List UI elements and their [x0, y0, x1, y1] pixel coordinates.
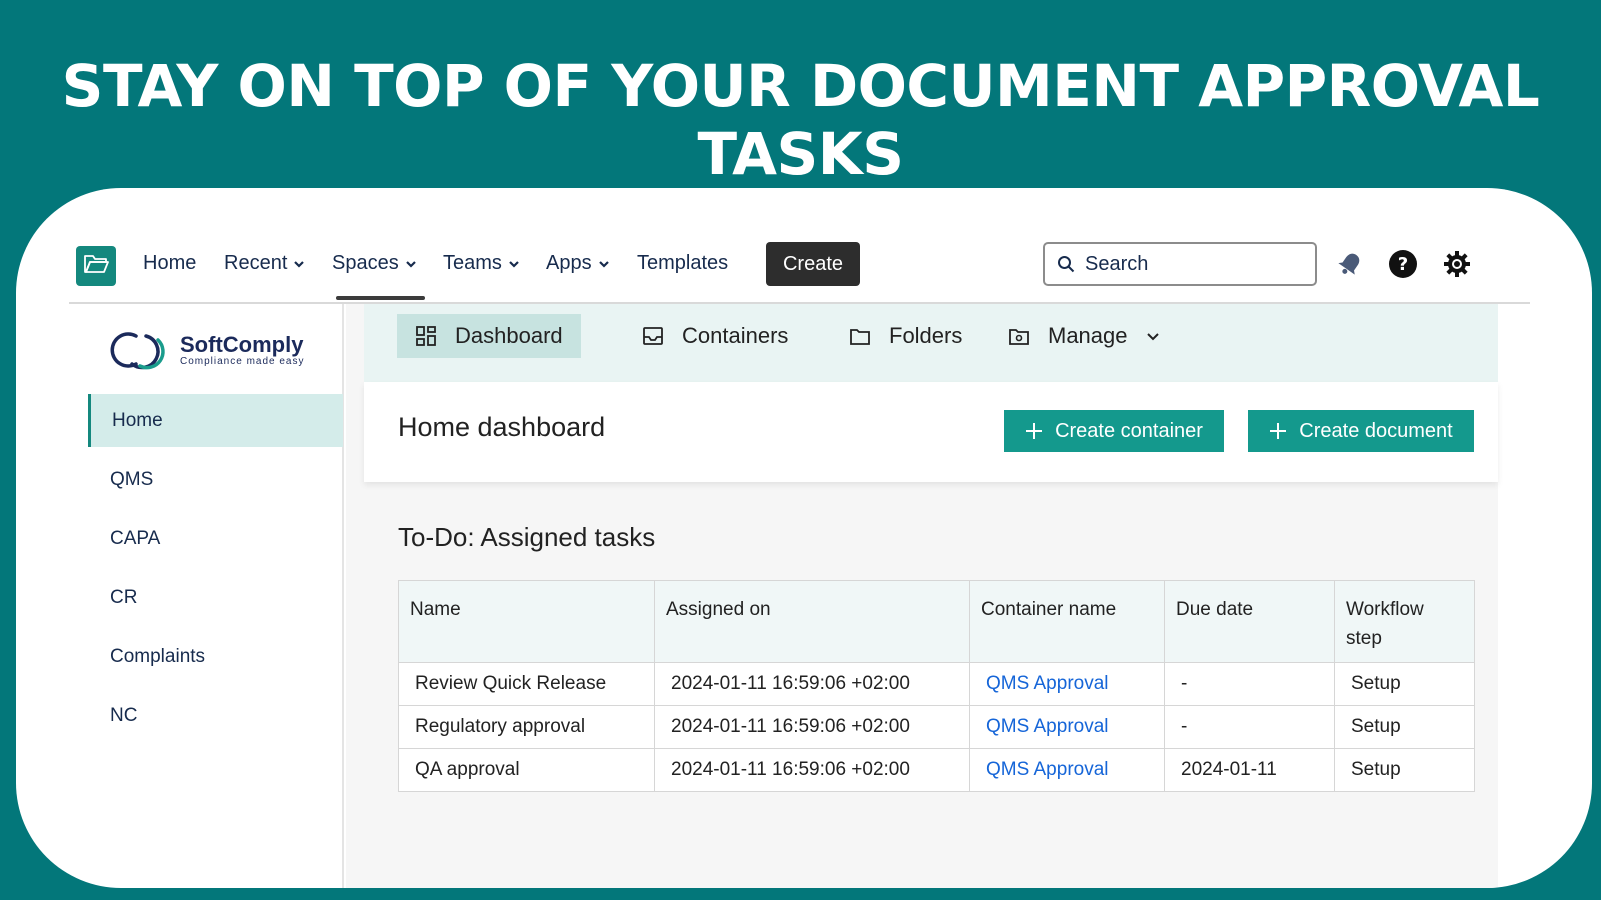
search-input[interactable]: Search — [1043, 242, 1317, 286]
sidebar-item-label: NC — [110, 704, 138, 726]
brand-name: SoftComply — [180, 331, 304, 357]
help-icon: ? — [1389, 250, 1417, 278]
app-home-button[interactable] — [76, 246, 116, 286]
column-header[interactable]: Container name — [969, 580, 1165, 663]
sidebar-item-capa[interactable]: CAPA — [88, 512, 337, 565]
sidebar-item-nc[interactable]: NC — [88, 689, 337, 742]
nav-teams-label: Teams — [443, 252, 502, 274]
container-name-link[interactable]: QMS Approval — [969, 705, 1165, 749]
workflow-step-cell: Setup — [1334, 748, 1475, 792]
page-title: Home dashboard — [398, 412, 606, 442]
chevron-down-icon — [1146, 333, 1159, 341]
sidebar-item-home[interactable]: Home — [88, 394, 343, 447]
column-header[interactable]: Workflow step — [1334, 580, 1475, 663]
page-headline: STAY ON TOP OF YOUR DOCUMENT APPROVAL TA… — [61, 52, 1540, 188]
softcomply-logo-icon — [110, 332, 165, 370]
assigned-on-cell: 2024-01-11 16:59:06 +02:00 — [654, 662, 970, 706]
task-name-cell: Review Quick Release — [398, 662, 655, 706]
table-row[interactable]: QA approval 2024-01-11 16:59:06 +02:00 Q… — [398, 748, 1475, 792]
sidebar-item-cr[interactable]: CR — [88, 571, 337, 624]
workflow-step-cell: Setup — [1334, 662, 1475, 706]
sidebar-item-label: CR — [110, 586, 138, 608]
help-button[interactable]: ? — [1387, 248, 1419, 280]
nav-spaces-label: Spaces — [332, 252, 399, 274]
chevron-down-icon — [405, 260, 416, 268]
section-title: To-Do: Assigned tasks — [398, 522, 656, 552]
plus-icon — [1270, 423, 1287, 439]
create-button[interactable]: Create — [766, 242, 860, 286]
task-name-cell: QA approval — [398, 748, 655, 792]
sidebar-item-label: Home — [112, 409, 163, 431]
tab-dashboard[interactable]: Dashboard — [397, 314, 581, 358]
nav-home[interactable]: Home — [143, 252, 196, 275]
assigned-on-cell: 2024-01-11 16:59:06 +02:00 — [654, 748, 970, 792]
tab-manage[interactable]: Manage — [990, 314, 1178, 358]
create-document-button[interactable]: Create document — [1248, 410, 1474, 452]
create-container-button[interactable]: Create container — [1004, 410, 1224, 452]
folder-icon — [850, 329, 870, 345]
sidebar-item-label: Complaints — [110, 645, 206, 667]
assigned-tasks-table: Name Assigned on Container name Due date… — [398, 580, 1475, 792]
create-document-label: Create document — [1299, 419, 1453, 442]
task-name-cell: Regulatory approval — [398, 705, 655, 749]
assigned-on-cell: 2024-01-11 16:59:06 +02:00 — [654, 705, 970, 749]
svg-text:?: ? — [1398, 254, 1408, 275]
notifications-button[interactable] — [1334, 248, 1366, 280]
chevron-down-icon — [598, 260, 609, 268]
nav-apps[interactable]: Apps — [546, 252, 610, 275]
tab-containers[interactable]: Containers — [624, 314, 806, 358]
brand-logo: SoftComply Compliance made easy — [110, 328, 305, 372]
due-date-cell: - — [1164, 705, 1335, 749]
column-header[interactable]: Name — [398, 580, 655, 663]
gear-icon — [1444, 251, 1470, 277]
sidebar-item-qms[interactable]: QMS — [88, 453, 337, 506]
chevron-down-icon — [294, 260, 305, 268]
sidebar-item-label: QMS — [110, 468, 154, 490]
column-header[interactable]: Due date — [1164, 580, 1335, 663]
nav-teams[interactable]: Teams — [443, 252, 520, 275]
nav-recent-label: Recent — [224, 252, 288, 274]
tab-dashboard-label: Dashboard — [455, 323, 563, 348]
table-header-row: Name Assigned on Container name Due date… — [398, 580, 1475, 663]
column-header[interactable]: Assigned on — [654, 580, 970, 663]
nav-templates-label: Templates — [637, 252, 729, 274]
tab-folders[interactable]: Folders — [831, 314, 980, 358]
inbox-icon — [643, 327, 663, 345]
nav-apps-label: Apps — [546, 252, 592, 274]
table-row[interactable]: Regulatory approval 2024-01-11 16:59:06 … — [398, 705, 1475, 749]
folder-gear-icon — [1009, 329, 1029, 345]
active-nav-indicator — [336, 296, 425, 300]
dashboard-icon — [416, 326, 436, 346]
due-date-cell: 2024-01-11 — [1164, 748, 1335, 792]
app-window: Home Recent Spaces Teams Apps Templates … — [16, 188, 1592, 888]
brand-tagline: Compliance made easy — [180, 355, 305, 367]
nav-templates[interactable]: Templates — [637, 252, 728, 275]
container-name-link[interactable]: QMS Approval — [969, 748, 1165, 792]
sidebar-item-label: CAPA — [110, 527, 161, 549]
search-placeholder: Search — [1085, 252, 1149, 275]
plus-icon — [1026, 423, 1043, 439]
workflow-step-cell: Setup — [1334, 705, 1475, 749]
tab-containers-label: Containers — [682, 323, 789, 348]
tab-manage-label: Manage — [1048, 323, 1128, 348]
settings-button[interactable] — [1441, 248, 1473, 280]
due-date-cell: - — [1164, 662, 1335, 706]
nav-spaces[interactable]: Spaces — [332, 252, 417, 275]
table-row[interactable]: Review Quick Release 2024-01-11 16:59:06… — [398, 662, 1475, 706]
search-icon — [1058, 256, 1075, 273]
bell-icon — [1338, 253, 1360, 275]
nav-home-label: Home — [143, 252, 197, 274]
folder-open-icon — [83, 253, 109, 280]
create-container-label: Create container — [1055, 419, 1203, 442]
nav-recent[interactable]: Recent — [224, 252, 305, 275]
sidebar-item-complaints[interactable]: Complaints — [88, 630, 337, 683]
container-name-link[interactable]: QMS Approval — [969, 662, 1165, 706]
tab-folders-label: Folders — [889, 323, 963, 348]
chevron-down-icon — [509, 260, 519, 268]
